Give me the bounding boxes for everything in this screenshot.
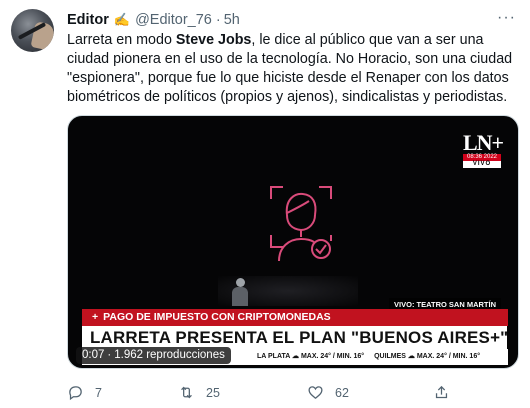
tweet-text-part1: Larreta en modo: [67, 32, 176, 48]
face-recognition-icon: [270, 186, 332, 262]
headline-banner: LARRETA PRESENTA EL PLAN "BUENOS AIRES+": [82, 326, 508, 349]
author-name[interactable]: Editor: [67, 12, 109, 28]
tweet[interactable]: Editor ✍ @Editor_76 · 5h ··· Larreta en …: [0, 0, 530, 408]
retweet-count: 25: [206, 385, 220, 400]
action-bar: 7 25 62: [67, 384, 467, 404]
tweet-timestamp[interactable]: 5h: [224, 12, 240, 28]
channel-live-badge: VIVO: [463, 161, 501, 168]
channel-logo-letters: LN+: [463, 130, 504, 155]
weather-item: QUILMES ☁ MAX. 24° / MIN. 16°: [374, 353, 481, 360]
channel-logo: LN+ 08:36 2022 VIVO: [463, 130, 504, 168]
more-options-icon[interactable]: ···: [497, 9, 516, 27]
tweet-header: Editor ✍ @Editor_76 · 5h: [67, 11, 240, 29]
video-player[interactable]: LN+ 08:36 2022 VIVO VIVO: TEATRO SAN MAR…: [67, 115, 519, 369]
like-icon: [308, 386, 323, 399]
video-meta-badge: 0:07 · 1.962 reproducciones: [76, 347, 231, 364]
reply-count: 7: [95, 385, 102, 400]
share-icon: [435, 385, 448, 399]
share-button[interactable]: [433, 384, 450, 401]
author-handle[interactable]: @Editor_76: [135, 12, 212, 28]
tweet-text: Larreta en modo Steve Jobs, le dice al p…: [67, 31, 519, 107]
retweet-icon: [181, 386, 192, 399]
presenter-figure: [231, 278, 249, 306]
video-meta-separator: ·: [107, 349, 112, 361]
reply-icon: [69, 386, 82, 401]
ticker-top: + PAGO DE IMPUESTO CON CRIPTOMONEDAS: [82, 309, 508, 326]
like-count: 62: [335, 385, 349, 400]
header-separator: ·: [215, 12, 221, 28]
reply-button[interactable]: 7: [67, 384, 102, 401]
video-views: 1.962 reproducciones: [114, 349, 225, 361]
tweet-text-bold: Steve Jobs: [175, 32, 252, 48]
video-elapsed: 0:07: [82, 349, 105, 361]
ticker-top-text: PAGO DE IMPUESTO CON CRIPTOMONEDAS: [103, 311, 331, 323]
ticker-plus: +: [92, 311, 99, 323]
presenter-head: [236, 278, 245, 287]
weather-item: LA PLATA ☁ MAX. 24° / MIN. 16°: [257, 353, 365, 360]
channel-time: 08:36 2022: [463, 154, 501, 161]
writing-hand-emoji: ✍: [113, 12, 131, 27]
like-button[interactable]: 62: [307, 384, 349, 401]
retweet-button[interactable]: 25: [178, 384, 220, 401]
avatar[interactable]: [11, 9, 54, 52]
presenter-body: [232, 287, 248, 306]
